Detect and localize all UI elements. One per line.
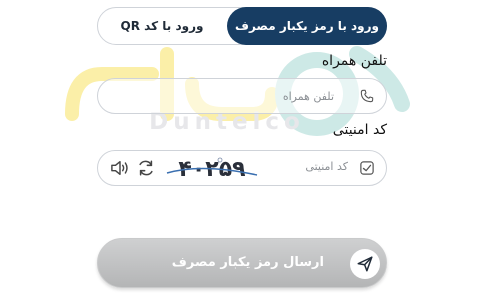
send-otp-label: ارسال رمز یکبار مصرف [171, 255, 324, 270]
refresh-icon[interactable] [137, 159, 155, 177]
tab-otp-login[interactable]: ورود با رمز یکبار مصرف [227, 7, 387, 45]
captcha-image: ۴۰۲۵۹ [166, 157, 258, 182]
send-otp-button[interactable]: ارسال رمز یکبار مصرف [97, 238, 387, 288]
send-icon [350, 249, 380, 279]
speaker-icon[interactable] [110, 159, 130, 177]
login-method-tabs: ورود با کد QR ورود با رمز یکبار مصرف [97, 7, 387, 45]
security-code-field: کد امنیتی ۴۰۲۵۹ [97, 150, 387, 186]
security-code-label: کد امنیتی [332, 122, 387, 138]
check-icon[interactable] [360, 161, 374, 175]
phone-field [97, 78, 387, 114]
phone-label: تلفن همراه [321, 53, 387, 69]
tab-qr-login[interactable]: ورود با کد QR [98, 8, 226, 44]
login-form: Duntelco ورود با کد QR ورود با رمز یکبار… [0, 0, 500, 299]
phone-input[interactable] [134, 79, 334, 113]
security-code-input[interactable]: کد امنیتی [305, 160, 348, 173]
phone-icon [360, 89, 374, 103]
